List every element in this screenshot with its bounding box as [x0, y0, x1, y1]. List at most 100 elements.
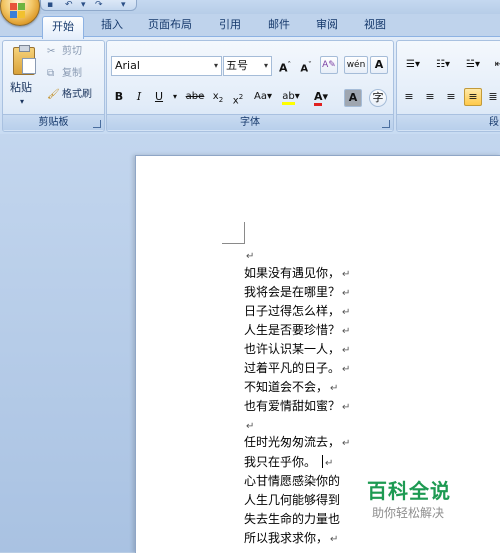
- document-line[interactable]: 失去生命的力量也: [244, 511, 340, 527]
- clear-formatting-icon[interactable]: A✎: [320, 56, 338, 74]
- copy-icon: ⧉: [47, 68, 55, 79]
- paragraph-group-label: 段: [397, 114, 500, 130]
- document-line[interactable]: 人生几何能够得到: [244, 492, 340, 508]
- paragraph-mark-icon: ↵: [330, 534, 339, 545]
- paragraph-mark-icon: ↵: [330, 383, 339, 394]
- clipboard-dialog-launcher-icon[interactable]: [93, 120, 101, 128]
- font-name-dropdown[interactable]: Arial ▾: [111, 56, 222, 76]
- underline-dropdown-icon[interactable]: ▾: [167, 89, 183, 105]
- watermark-title: 百科全说: [367, 479, 451, 503]
- document-line[interactable]: 我只在乎你。 ↵: [244, 454, 333, 472]
- copy-button[interactable]: ⧉ 复制: [47, 67, 103, 81]
- document-line[interactable]: 也有爱情甜如蜜？ ↵: [244, 398, 350, 416]
- decrease-indent-icon[interactable]: ⇤: [491, 57, 500, 73]
- tab-insert[interactable]: 插入: [101, 18, 123, 32]
- phonetic-guide-icon[interactable]: wén: [344, 56, 368, 74]
- align-center-icon[interactable]: ≡: [422, 89, 438, 105]
- paragraph-mark-icon: ↵: [246, 421, 255, 432]
- cut-label: 剪切: [62, 46, 82, 57]
- cut-button[interactable]: ✂ 剪切: [47, 45, 103, 59]
- document-line[interactable]: 任时光匆匆流去， ↵: [244, 434, 350, 452]
- justify-icon[interactable]: ≡: [464, 88, 482, 106]
- change-case-icon[interactable]: Aa▾: [251, 89, 275, 105]
- font-dialog-launcher-icon[interactable]: [382, 120, 390, 128]
- paragraph-mark-icon: ↵: [342, 307, 351, 318]
- tab-review[interactable]: 审阅: [316, 18, 338, 32]
- format-painter-icon: 🖌: [47, 89, 60, 100]
- text-cursor: [322, 455, 324, 468]
- bold-icon[interactable]: B: [111, 89, 127, 105]
- tab-mailings[interactable]: 邮件: [268, 18, 290, 32]
- undo-icon[interactable]: ↶: [65, 0, 73, 10]
- font-color-icon[interactable]: A▾: [310, 89, 332, 106]
- chevron-down-icon: ▾: [263, 61, 268, 70]
- paragraph-mark-icon: ↵: [342, 288, 351, 299]
- font-name-value: Arial: [115, 59, 140, 72]
- font-group-label: 字体: [107, 114, 393, 130]
- paragraph-mark-icon: ↵: [342, 345, 351, 356]
- scissors-icon: ✂: [47, 46, 56, 57]
- paragraph-mark-icon: ↵: [342, 364, 351, 375]
- align-left-icon[interactable]: ≡: [401, 89, 417, 105]
- shrink-font-icon[interactable]: Aˇ: [298, 57, 314, 74]
- paragraph-mark-icon: ↵: [246, 251, 255, 262]
- grow-font-icon[interactable]: Aˆ: [277, 57, 293, 75]
- character-shading-icon[interactable]: A: [344, 89, 362, 107]
- font-size-dropdown[interactable]: 五号 ▾: [223, 56, 272, 76]
- strikethrough-icon[interactable]: abe: [183, 89, 207, 105]
- paragraph-group: ☰▾ ☷▾ ☱▾ ⇤ ≡ ≡ ≡ ≡ ≣ 段: [396, 40, 500, 132]
- bullets-icon[interactable]: ☰▾: [401, 57, 425, 73]
- numbering-icon[interactable]: ☷▾: [431, 57, 455, 73]
- redo-icon[interactable]: ↷: [95, 0, 103, 10]
- document-line[interactable]: 也许认识某一人， ↵: [244, 341, 350, 359]
- tab-page-layout[interactable]: 页面布局: [148, 18, 192, 32]
- format-painter-button[interactable]: 🖌 格式刷: [47, 88, 103, 102]
- document-line[interactable]: 人生是否要珍惜？ ↵: [244, 322, 350, 340]
- font-group: Arial ▾ 五号 ▾ Aˆ Aˇ A✎ wén A B I U ▾ abe …: [106, 40, 394, 132]
- paragraph-mark-icon: ↵: [342, 269, 351, 280]
- align-right-icon[interactable]: ≡: [443, 89, 459, 105]
- ribbon: 粘贴 ▾ ✂ 剪切 ⧉ 复制 🖌 格式刷 剪贴板 Arial ▾ 五号 ▾ Aˆ…: [0, 36, 500, 135]
- superscript-icon[interactable]: x2: [229, 89, 247, 106]
- save-icon[interactable]: ▪: [47, 0, 53, 10]
- font-size-value: 五号: [226, 59, 248, 72]
- paragraph-mark-icon: ↵: [342, 326, 351, 337]
- multilevel-list-icon[interactable]: ☱▾: [461, 57, 485, 73]
- watermark-subtitle: 助你轻松解决: [372, 506, 445, 520]
- clipboard-group: 粘贴 ▾ ✂ 剪切 ⧉ 复制 🖌 格式刷 剪贴板: [2, 40, 105, 132]
- underline-icon[interactable]: U: [151, 89, 167, 105]
- office-logo-icon: [10, 3, 27, 19]
- chevron-down-icon: ▾: [213, 61, 218, 70]
- tab-view[interactable]: 视图: [364, 18, 386, 32]
- quick-access-toolbar: ▪ ↶ ▾ ↷ ▾: [40, 0, 137, 11]
- distributed-icon[interactable]: ≣: [485, 89, 500, 105]
- ribbon-tabs: 开始 插入 页面布局 引用 邮件 审阅 视图: [0, 14, 500, 39]
- document-line[interactable]: 日子过得怎么样， ↵: [244, 303, 350, 321]
- paste-dropdown-icon: ▾: [20, 97, 25, 106]
- format-painter-label: 格式刷: [62, 89, 92, 100]
- highlight-icon[interactable]: ab▾: [280, 89, 302, 105]
- document-line[interactable]: ↵: [244, 417, 254, 435]
- tab-references[interactable]: 引用: [219, 18, 241, 32]
- undo-dropdown-icon[interactable]: ▾: [81, 0, 86, 10]
- clipboard-group-label: 剪贴板: [3, 114, 104, 130]
- paste-label: 粘贴: [10, 81, 32, 94]
- document-line[interactable]: 所以我求求你， ↵: [244, 530, 338, 548]
- copy-label: 复制: [62, 68, 82, 79]
- subscript-icon[interactable]: x2: [209, 89, 227, 105]
- document-line[interactable]: 心甘情愿感染你的: [244, 473, 340, 489]
- character-border-icon[interactable]: A: [370, 56, 388, 74]
- paste-icon: [13, 45, 36, 75]
- paragraph-mark-icon: ↵: [342, 438, 351, 449]
- italic-icon[interactable]: I: [131, 89, 147, 105]
- document-line[interactable]: 我将会是在哪里？ ↵: [244, 284, 350, 302]
- customize-qat-icon[interactable]: ▾: [121, 0, 126, 10]
- document-line[interactable]: ↵: [244, 247, 254, 265]
- margin-corner-mark: [222, 222, 245, 244]
- document-line[interactable]: 如果没有遇见你， ↵: [244, 265, 350, 283]
- document-line[interactable]: 过着平凡的日子。 ↵: [244, 360, 350, 378]
- enclose-characters-icon[interactable]: 字: [369, 89, 387, 107]
- paste-button[interactable]: 粘贴 ▾: [6, 45, 42, 113]
- document-line[interactable]: 不知道会不会， ↵: [244, 379, 338, 397]
- tab-home[interactable]: 开始: [42, 16, 84, 39]
